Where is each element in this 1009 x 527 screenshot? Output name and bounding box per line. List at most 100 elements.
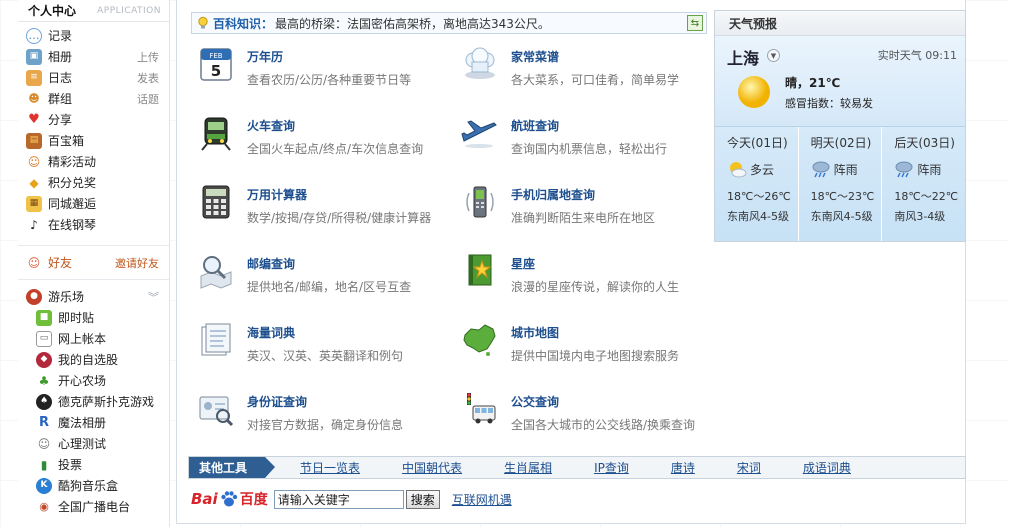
tool-calculator[interactable]: 万用计算器 数学/按揭/存贷/所得税/健康计算器 <box>197 183 457 243</box>
magnifier-map-icon <box>200 256 232 289</box>
tool-name: 航班查询 <box>511 119 560 133</box>
baidu-logo[interactable]: Bai 百度 <box>191 489 268 509</box>
piano-icon: ♪ <box>30 217 38 232</box>
kugou-music-icon: K <box>36 477 52 494</box>
tool-dictionary[interactable]: 海量词典 英汉、汉英、英英翻译和例句 <box>197 321 457 381</box>
speech-bubble-icon: … <box>26 27 42 44</box>
sidebar-item-piano[interactable]: ♪ 在线钢琴 <box>18 214 169 235</box>
tool-bus[interactable]: 公交查询 全国各大城市的公交线路/换乘查询 <box>461 390 721 450</box>
list-item[interactable]: ◆ 我的自选股 <box>18 349 169 370</box>
refresh-icon[interactable]: ⇆ <box>687 15 703 31</box>
tool-postcode[interactable]: 邮编查询 提供地名/邮编，地名/区号互查 <box>197 252 457 312</box>
tool-id-card[interactable]: 身份证查询 对接官方数据，确定身份信息 <box>197 390 457 450</box>
tool-desc: 对接官方数据，确定身份信息 <box>247 418 404 432</box>
tab-link[interactable]: 宋词 <box>737 459 761 476</box>
forecast-condition: 阵雨 <box>917 162 942 177</box>
tool-flight[interactable]: 航班查询 查询国内机票信息，轻松出行 <box>461 114 721 174</box>
game-label: 即时贴 <box>58 311 95 325</box>
paw-icon <box>221 491 237 507</box>
tool-city-map[interactable]: 城市地图 提供中国境内电子地图搜索服务 <box>461 321 721 381</box>
tool-mobile-location[interactable]: 手机归属地查询 准确判断陌生来电所在地区 <box>461 183 721 243</box>
tool-calendar[interactable]: FEB 5 万年历 查看农历/公历/各种重要节日等 <box>197 45 457 105</box>
sidebar-item-treasure[interactable]: ▤ 百宝箱 <box>18 130 169 151</box>
game-label: 开心农场 <box>58 374 107 388</box>
star-book-icon <box>468 254 492 286</box>
tool-horoscope[interactable]: 星座 浪漫的星座传说，解读你的人生 <box>461 252 721 312</box>
chevron-down-icon[interactable]: ︾ <box>148 289 159 305</box>
sidebar-item-events[interactable]: ☺ 精彩活动 <box>18 151 169 172</box>
farm-sprout-icon: ♣ <box>38 373 50 388</box>
weather-city[interactable]: 上海 <box>727 45 759 69</box>
tab-link[interactable]: 成语词典 <box>803 459 851 476</box>
tab-other-tools[interactable]: 其他工具 <box>189 457 276 478</box>
calculator-icon <box>202 185 230 219</box>
weather-condition: 晴，21℃ <box>785 76 841 90</box>
sidebar-item-label: 在线钢琴 <box>48 218 97 232</box>
list-item[interactable]: ▭ 网上帐本 <box>18 328 169 349</box>
search-input[interactable] <box>273 489 404 509</box>
tool-desc: 提供地名/邮编，地名/区号互查 <box>247 280 412 294</box>
chef-hat-icon <box>465 47 495 79</box>
tool-desc: 全国火车起点/终点/车次信息查询 <box>247 142 424 156</box>
radio-icon: ◉ <box>39 500 49 513</box>
list-item[interactable]: ♣ 开心农场 <box>18 370 169 391</box>
tool-name: 万年历 <box>247 50 284 64</box>
tool-desc: 浪漫的星座传说，解读你的人生 <box>511 280 680 294</box>
forecast-day: 明天(02日) 阵雨 18℃～23℃ 东南风4-5级 <box>799 127 883 241</box>
tool-desc: 提供中国境内电子地图搜索服务 <box>511 349 680 363</box>
baidu-logo-latin: Bai <box>191 490 218 508</box>
sidebar-item-share[interactable]: ♥ 分享 <box>18 109 169 130</box>
list-item[interactable]: ☺ 心理测试 <box>18 433 169 454</box>
sidebar-title: 个人中心 <box>28 4 77 18</box>
search-button[interactable]: 搜索 <box>405 489 440 509</box>
list-item[interactable]: ■ 即时贴 <box>18 307 169 328</box>
sidebar-item-action[interactable]: 上传 <box>137 49 159 65</box>
tool-desc: 全国各大城市的公交线路/换乘查询 <box>511 418 696 432</box>
forecast-temp: 18℃～23℃ <box>810 190 875 203</box>
airplane-icon <box>461 120 497 148</box>
tool-recipes[interactable]: 家常菜谱 各大菜系，可口佳肴，简单易学 <box>461 45 721 105</box>
sidebar-item-label: 记录 <box>48 29 73 43</box>
sidebar-item-group[interactable]: ☻ 群组 话题 <box>18 88 169 109</box>
sidebar-item-label: 精彩活动 <box>48 155 97 169</box>
forecast-day: 今天(01日) 多云 18℃～26℃ 东南风4-5级 <box>715 127 799 241</box>
game-label: 投票 <box>58 458 83 472</box>
list-item[interactable]: ◉ 全国广播电台 <box>18 496 169 517</box>
sidebar-item-label: 日志 <box>48 71 73 85</box>
sidebar-item-city-meet[interactable]: ▦ 同城邂逅 <box>18 193 169 214</box>
sidebar-item-points[interactable]: ◆ 积分兑奖 <box>18 172 169 193</box>
sidebar-item-album[interactable]: ▣ 相册 上传 <box>18 46 169 67</box>
sidebar-item-journal[interactable]: ≡ 日志 发表 <box>18 67 169 88</box>
train-icon <box>201 117 231 151</box>
sidebar-item-record[interactable]: … 记录 <box>18 25 169 46</box>
tab-link[interactable]: 唐诗 <box>671 459 695 476</box>
calendar-icon: FEB 5 <box>200 48 232 81</box>
encyclopedia-tip: 百科知识： 最高的桥梁：法国密佑高架桥，离地高达343公尺。 ⇆ <box>191 12 707 34</box>
list-item[interactable]: ▮ 投票 <box>18 454 169 475</box>
tool-desc: 数学/按揭/存贷/所得税/健康计算器 <box>247 211 432 225</box>
sidebar-item-label: 同城邂逅 <box>48 197 97 211</box>
internet-opportunity-link[interactable]: 互联网机遇 <box>452 491 512 508</box>
sidebar-item-friends[interactable]: ☺ 好友 邀请好友 <box>18 252 169 273</box>
invite-friends-link[interactable]: 邀请好友 <box>115 255 159 271</box>
sidebar-item-action[interactable]: 话题 <box>137 91 159 107</box>
list-item[interactable]: R 魔法相册 <box>18 412 169 433</box>
mobile-phone-icon <box>466 186 494 218</box>
tab-link[interactable]: 生肖属相 <box>504 459 552 476</box>
lightbulb-icon <box>198 16 208 29</box>
tab-link[interactable]: 节日一览表 <box>300 459 360 476</box>
diamond-icon: ◆ <box>29 175 39 190</box>
tool-train[interactable]: 火车查询 全国火车起点/终点/车次信息查询 <box>197 114 457 174</box>
sidebar-item-action[interactable]: 发表 <box>137 70 159 86</box>
sidebar-item-playground[interactable]: ● 游乐场 ︾ <box>18 286 169 307</box>
tab-link[interactable]: 中国朝代表 <box>402 459 462 476</box>
forecast-wind: 东南风4-5级 <box>810 210 873 223</box>
chevron-down-icon[interactable]: ▼ <box>767 49 780 62</box>
sidebar-subtitle: APPLICATION <box>97 5 161 16</box>
forecast-temp: 18℃～22℃ <box>894 190 959 203</box>
tool-name: 火车查询 <box>247 119 296 133</box>
tab-link[interactable]: IP查询 <box>594 459 629 476</box>
list-item[interactable]: ♠ 德克萨斯扑克游戏 <box>18 391 169 412</box>
shower-icon <box>895 161 913 178</box>
list-item[interactable]: K 酷狗音乐盒 <box>18 475 169 496</box>
